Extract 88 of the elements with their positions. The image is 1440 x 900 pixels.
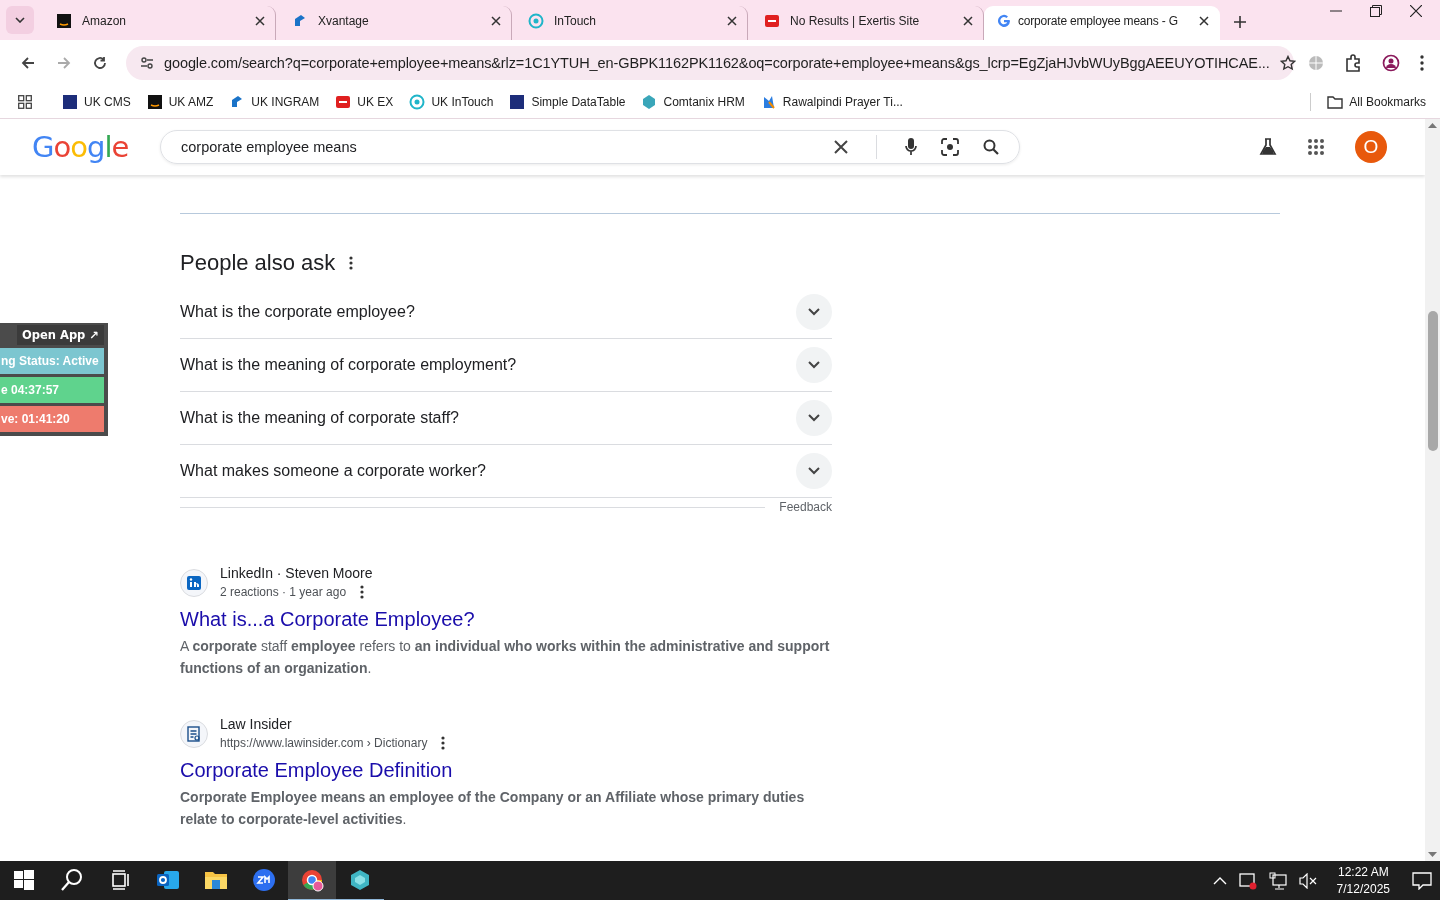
site-favicon-icon: [528, 13, 544, 29]
close-icon[interactable]: [727, 16, 737, 26]
question-item[interactable]: What is the meaning of corporate staff?: [180, 392, 832, 445]
more-icon[interactable]: [1420, 55, 1424, 71]
address-bar[interactable]: google.com/search?q=corporate+employee+means&rlz=1C1YTUH_en-GBPK1162PK1162&oq=corporate+employee+means&gs_lcrp=EgZjaHJvbWUyBggAEEUYOTIHCAE...: [126, 46, 1294, 80]
site-favicon-icon: [56, 13, 72, 29]
result-source: LinkedIn · Steven Moore: [220, 564, 373, 582]
video-app-icon: [252, 868, 276, 892]
site-favicon-icon: [335, 94, 352, 110]
browser-tab[interactable]: corporate employee means - G: [984, 6, 1220, 40]
site-favicon-icon: [146, 94, 163, 110]
status-row: ve: 01:41:20: [0, 406, 104, 432]
search-icon: [60, 868, 84, 892]
close-icon[interactable]: [1410, 5, 1422, 17]
in-logo-icon: [186, 575, 202, 591]
hexagon-app-icon: [348, 868, 372, 892]
close-icon[interactable]: [255, 16, 265, 26]
browser-app-icon: [300, 868, 324, 892]
status-row: e 04:37:57: [0, 377, 104, 403]
question-item[interactable]: What makes someone a corporate worker?: [180, 445, 832, 498]
close-icon[interactable]: [491, 16, 501, 26]
result-snippet: A corporate staff employee refers to an individual who works within the administrative and support functions of an organization.: [180, 637, 831, 678]
chevron-down-icon: [15, 17, 25, 23]
taskbar-button[interactable]: [288, 861, 336, 900]
remote-app-icon[interactable]: [1238, 872, 1257, 890]
muted-speaker-icon[interactable]: [1298, 873, 1317, 889]
scrollbar[interactable]: [1425, 119, 1440, 861]
result-snippet: Corporate Employee means an employee of the Company or an Affiliate whose primary duties relate to corporate-level activities.: [180, 788, 806, 829]
apps-icon[interactable]: [1307, 138, 1325, 156]
question-item[interactable]: What is the meaning of corporate employment?: [180, 339, 832, 392]
scroll-up-icon[interactable]: [1428, 123, 1437, 128]
site-favicon-icon: [62, 94, 78, 110]
site-settings-icon[interactable]: [140, 56, 154, 70]
result-source: Law Insider: [220, 715, 293, 733]
search-icon[interactable]: [983, 139, 999, 155]
result-meta: https://www.lawinsider.com › Dictionary: [220, 735, 428, 752]
more-icon[interactable]: [441, 736, 446, 750]
network-icon[interactable]: [1268, 872, 1287, 890]
all-bookmarks-button[interactable]: All Bookmarks: [1319, 91, 1434, 113]
result-title-link[interactable]: What is...a Corporate Employee?: [180, 608, 475, 631]
more-icon[interactable]: [349, 256, 354, 270]
clock[interactable]: 12:22 AM 7/12/2025: [1336, 864, 1390, 898]
bookmark[interactable]: UK INGRAM: [221, 90, 328, 114]
google-logo[interactable]: Google: [32, 130, 160, 164]
notification-icon[interactable]: [1412, 872, 1432, 890]
reload-icon[interactable]: [93, 56, 107, 70]
bookmark[interactable]: Rawalpindi Prayer Ti...: [752, 90, 911, 114]
document-icon: [186, 726, 202, 742]
windows-start-icon: [12, 868, 36, 892]
status-row: ng Status: Active: [0, 348, 104, 374]
puzzle-icon[interactable]: [1344, 54, 1362, 72]
result-meta: 2 reactions · 1 year ago: [220, 584, 347, 601]
site-favicon-icon: [409, 94, 426, 110]
back-icon[interactable]: [21, 56, 35, 70]
bookmark[interactable]: Simple DataTable: [501, 90, 634, 114]
open-app-button[interactable]: Open App ↗: [17, 325, 104, 345]
question-item[interactable]: What is the corporate employee?: [180, 286, 832, 339]
bookmark[interactable]: UK EX: [327, 90, 402, 114]
apps-grid-icon[interactable]: [18, 95, 32, 109]
site-favicon-icon: [641, 94, 658, 110]
chevron-up-icon[interactable]: [1212, 877, 1227, 885]
bookmark[interactable]: Comtanix HRM: [633, 90, 753, 114]
google-icon: [996, 13, 1012, 29]
feedback-link[interactable]: Feedback: [779, 500, 832, 514]
bookmark[interactable]: UK CMS: [54, 90, 139, 114]
star-icon[interactable]: [1279, 55, 1296, 71]
folder-icon: [1327, 95, 1344, 109]
site-favicon-icon: [509, 94, 526, 110]
section-heading: People also ask: [180, 250, 336, 276]
profile-icon[interactable]: [1382, 54, 1400, 72]
site-favicon-icon: [764, 13, 780, 29]
bookmark[interactable]: UK AMZ: [138, 90, 222, 114]
close-icon[interactable]: [963, 16, 973, 26]
result-title-link[interactable]: Corporate Employee Definition: [180, 759, 453, 782]
microphone-icon[interactable]: [905, 138, 917, 156]
mail-app-icon: [156, 868, 180, 892]
maximize-icon[interactable]: [1370, 5, 1382, 17]
scrollbar-thumb[interactable]: [1428, 311, 1438, 451]
new-tab-icon[interactable]: [1234, 16, 1246, 28]
close-icon[interactable]: [1199, 16, 1209, 26]
clear-icon[interactable]: [834, 140, 848, 154]
bookmark[interactable]: UK InTouch: [401, 90, 502, 114]
flask-icon[interactable]: [1259, 138, 1277, 156]
tab-list-button[interactable]: [6, 6, 34, 34]
account-avatar[interactable]: O: [1355, 131, 1387, 163]
more-icon[interactable]: [360, 585, 365, 599]
camera-icon[interactable]: [941, 138, 959, 156]
scroll-down-icon[interactable]: [1428, 852, 1437, 857]
